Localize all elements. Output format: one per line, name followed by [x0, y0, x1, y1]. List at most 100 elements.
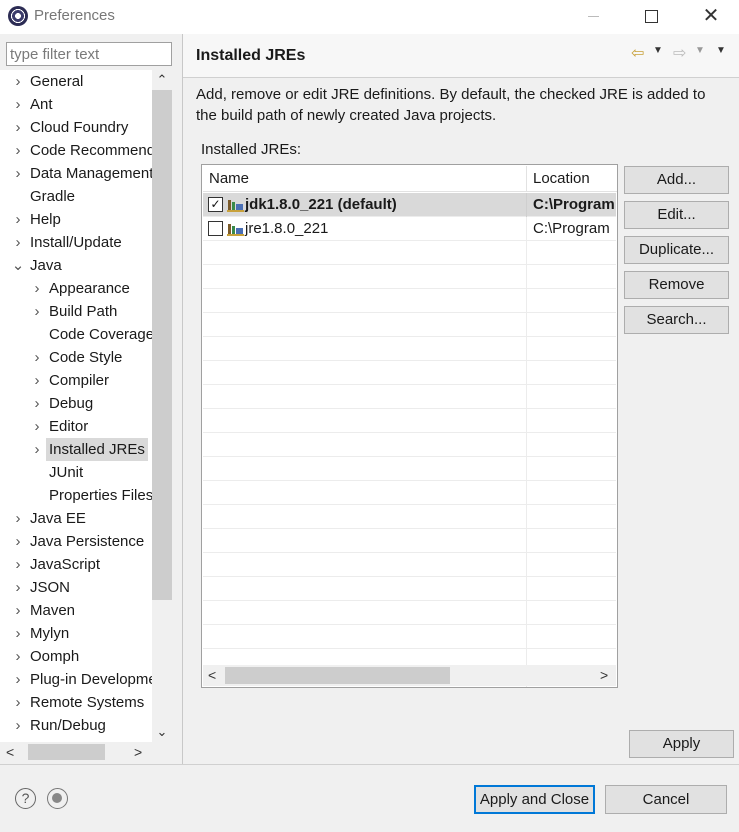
table-cell-divider: [203, 241, 527, 265]
chevron-right-icon[interactable]: ›: [30, 415, 44, 438]
scrollbar-thumb[interactable]: [225, 667, 450, 684]
chevron-right-icon[interactable]: ›: [11, 553, 25, 576]
page-header: Installed JREs ⇦ ▼ ⇨ ▼ ▼: [183, 34, 739, 78]
scroll-down-icon[interactable]: ⌄: [152, 722, 172, 742]
chevron-right-icon[interactable]: ›: [11, 714, 25, 737]
search-button[interactable]: Search...: [624, 306, 729, 334]
chevron-right-icon[interactable]: ›: [11, 576, 25, 599]
tree-item-label: Java Persistence: [30, 533, 145, 550]
table-horizontal-scrollbar[interactable]: < >: [203, 665, 616, 686]
tree-horizontal-scrollbar[interactable]: < >: [0, 742, 172, 762]
jre-checkbox[interactable]: ✓: [208, 197, 223, 212]
forward-dropdown-icon: ▼: [695, 45, 705, 56]
table-cell-divider: [203, 337, 527, 361]
minimize-button[interactable]: [568, 0, 618, 34]
chevron-right-icon[interactable]: ›: [11, 668, 25, 691]
chevron-down-icon[interactable]: ⌄: [11, 254, 25, 277]
chevron-right-icon[interactable]: ›: [11, 208, 25, 231]
filter-input[interactable]: [6, 42, 172, 66]
table-row[interactable]: jre1.8.0_221 C:\Program: [203, 217, 616, 241]
scroll-up-icon[interactable]: ⌃: [152, 70, 172, 90]
jre-table[interactable]: Name Location ✓ jdk1.8.0_221 (default) C:\…: [201, 164, 618, 688]
chevron-right-icon[interactable]: ›: [11, 162, 25, 185]
table-row[interactable]: ✓ jdk1.8.0_221 (default) C:\Program: [203, 193, 616, 217]
back-arrow-icon[interactable]: ⇦: [631, 43, 644, 63]
jre-library-icon: [227, 200, 244, 212]
chevron-right-icon[interactable]: ›: [30, 300, 44, 323]
tree-item-label: Install/Update: [30, 234, 122, 251]
table-row: [203, 553, 616, 577]
chevron-right-icon[interactable]: ›: [11, 231, 25, 254]
apply-and-close-button[interactable]: Apply and Close: [474, 785, 595, 814]
chevron-right-icon[interactable]: ›: [30, 369, 44, 392]
table-row: [203, 385, 616, 409]
table-row: [203, 265, 616, 289]
table-cell-divider: [203, 457, 527, 481]
chevron-right-icon[interactable]: ›: [11, 116, 25, 139]
cancel-button[interactable]: Cancel: [605, 785, 727, 814]
chevron-right-icon[interactable]: ›: [11, 622, 25, 645]
window-title: Preferences: [34, 7, 115, 24]
pane-divider[interactable]: [182, 34, 183, 764]
tree-item-label: Cloud Foundry: [30, 119, 129, 136]
tree-item-label: Compiler: [49, 372, 110, 389]
chevron-right-icon[interactable]: ›: [11, 93, 25, 116]
table-row: [203, 457, 616, 481]
column-header-location[interactable]: Location: [527, 166, 617, 192]
table-row: [203, 289, 616, 313]
add-button[interactable]: Add...: [624, 166, 729, 194]
column-header-name[interactable]: Name: [203, 166, 527, 192]
jre-name-cell: jre1.8.0_221: [245, 220, 329, 237]
chevron-right-icon[interactable]: ›: [11, 599, 25, 622]
chevron-right-icon[interactable]: ›: [30, 277, 44, 300]
remove-button[interactable]: Remove: [624, 271, 729, 299]
status-icon[interactable]: [47, 788, 68, 809]
page-description: Add, remove or edit JRE definitions. By …: [196, 86, 706, 124]
table-cell-divider: [203, 577, 527, 601]
chevron-right-icon[interactable]: ›: [11, 139, 25, 162]
jre-checkbox[interactable]: [208, 221, 223, 236]
tree-item-label: Editor: [49, 418, 89, 435]
view-menu-icon[interactable]: ▼: [716, 45, 726, 56]
chevron-right-icon[interactable]: ›: [30, 438, 44, 461]
table-caption: Installed JREs:: [201, 141, 302, 158]
preference-tree[interactable]: › General › Ant › Cloud Foundry › Code Recommen…: [0, 70, 152, 742]
chevron-right-icon[interactable]: ›: [30, 346, 44, 369]
scroll-right-icon[interactable]: >: [134, 742, 142, 762]
duplicate-button[interactable]: Duplicate...: [624, 236, 729, 264]
help-icon[interactable]: ?: [15, 788, 36, 809]
chevron-right-icon[interactable]: ›: [11, 645, 25, 668]
scroll-left-icon[interactable]: <: [6, 742, 14, 762]
tree-item-label: Ant: [30, 96, 53, 113]
table-cell-divider: [203, 361, 527, 385]
scroll-right-icon[interactable]: >: [600, 665, 608, 686]
table-cell-divider: [203, 601, 527, 625]
page-title: Installed JREs: [196, 47, 306, 64]
table-cell-divider: [203, 409, 527, 433]
scrollbar-thumb[interactable]: [152, 90, 172, 600]
tree-item-label: Code Style: [49, 349, 123, 366]
chevron-right-icon[interactable]: ›: [11, 530, 25, 553]
back-dropdown-icon[interactable]: ▼: [653, 45, 663, 56]
table-cell-divider: [203, 385, 527, 409]
tree-vertical-scrollbar[interactable]: ⌃ ⌄: [152, 70, 172, 742]
scrollbar-thumb[interactable]: [28, 744, 105, 760]
tree-item-label: Properties Files Editor: [49, 487, 152, 504]
close-button[interactable]: ✕: [686, 0, 736, 34]
chevron-right-icon[interactable]: ›: [11, 691, 25, 714]
apply-button[interactable]: Apply: [629, 730, 734, 758]
tree-item-label: Help: [30, 211, 61, 228]
forward-arrow-icon: ⇨: [673, 45, 687, 62]
maximize-button[interactable]: [626, 0, 676, 34]
tree-item-label: Appearance: [49, 280, 130, 297]
scroll-left-icon[interactable]: <: [208, 665, 216, 686]
table-row: [203, 529, 616, 553]
table-row: [203, 505, 616, 529]
chevron-right-icon[interactable]: ›: [11, 507, 25, 530]
edit-button[interactable]: Edit...: [624, 201, 729, 229]
tree-item-label: Plug-in Development: [30, 671, 152, 688]
chevron-right-icon[interactable]: ›: [30, 392, 44, 415]
chevron-right-icon[interactable]: ›: [11, 70, 25, 93]
tree-item-label: Code Coverage: [49, 326, 152, 343]
table-cell-divider: [203, 265, 527, 289]
